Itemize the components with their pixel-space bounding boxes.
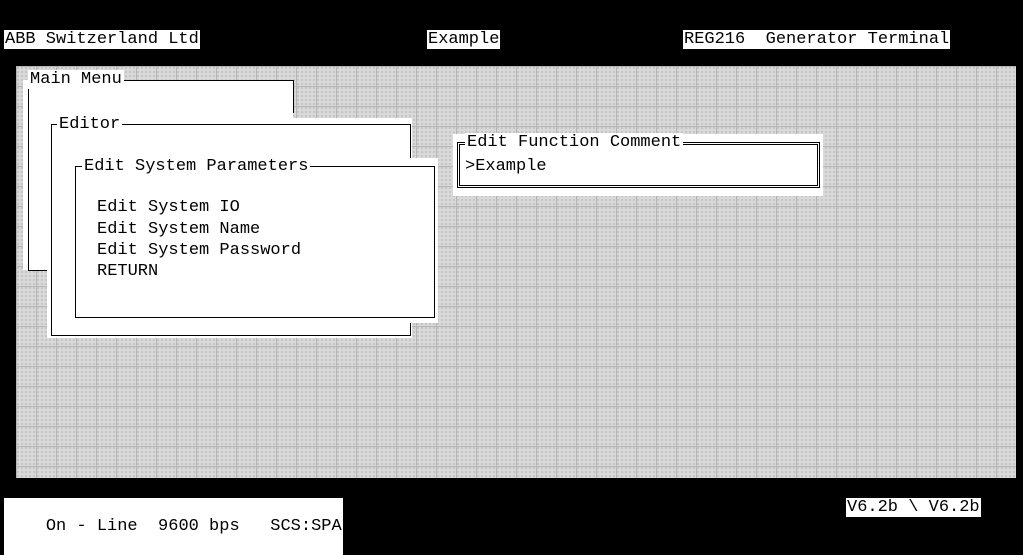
status-version: V6.2b \ V6.2b bbox=[846, 498, 981, 517]
menu-item-return[interactable]: RETURN bbox=[97, 262, 158, 282]
menu-item-edit-system-password[interactable]: Edit System Password bbox=[97, 241, 301, 261]
edit-system-parameters-window: Edit System Parameters Edit System IO Ed… bbox=[70, 157, 438, 323]
project-name: Example bbox=[427, 30, 501, 49]
edit-function-comment-title: Edit Function Comment bbox=[465, 133, 684, 152]
status-connection: On - Line bbox=[45, 517, 138, 536]
status-bar: On - Line 9600 bps SCS:SPA V6.2b \ V6.2b bbox=[0, 478, 1023, 555]
editor-title: Editor bbox=[57, 115, 123, 134]
status-baud: 9600 bps bbox=[158, 517, 240, 536]
edit-system-parameters-title: Edit System Parameters bbox=[82, 157, 311, 176]
header-bar: ABB Switzerland Ltd Example REG216 Gener… bbox=[0, 0, 1023, 66]
status-connection-info: On - Line 9600 bps SCS:SPA bbox=[4, 498, 343, 555]
device-name: REG216 Generator Terminal bbox=[683, 30, 951, 49]
edit-function-comment-dialog: Edit Function Comment >Example bbox=[453, 133, 823, 196]
main-menu-title: Main Menu bbox=[28, 70, 124, 89]
menu-item-edit-system-io[interactable]: Edit System IO bbox=[97, 198, 240, 218]
function-comment-input[interactable]: >Example bbox=[465, 157, 547, 176]
status-protocol: SCS:SPA bbox=[270, 517, 342, 536]
menu-item-edit-system-name[interactable]: Edit System Name bbox=[97, 220, 260, 240]
company-name: ABB Switzerland Ltd bbox=[4, 30, 200, 49]
